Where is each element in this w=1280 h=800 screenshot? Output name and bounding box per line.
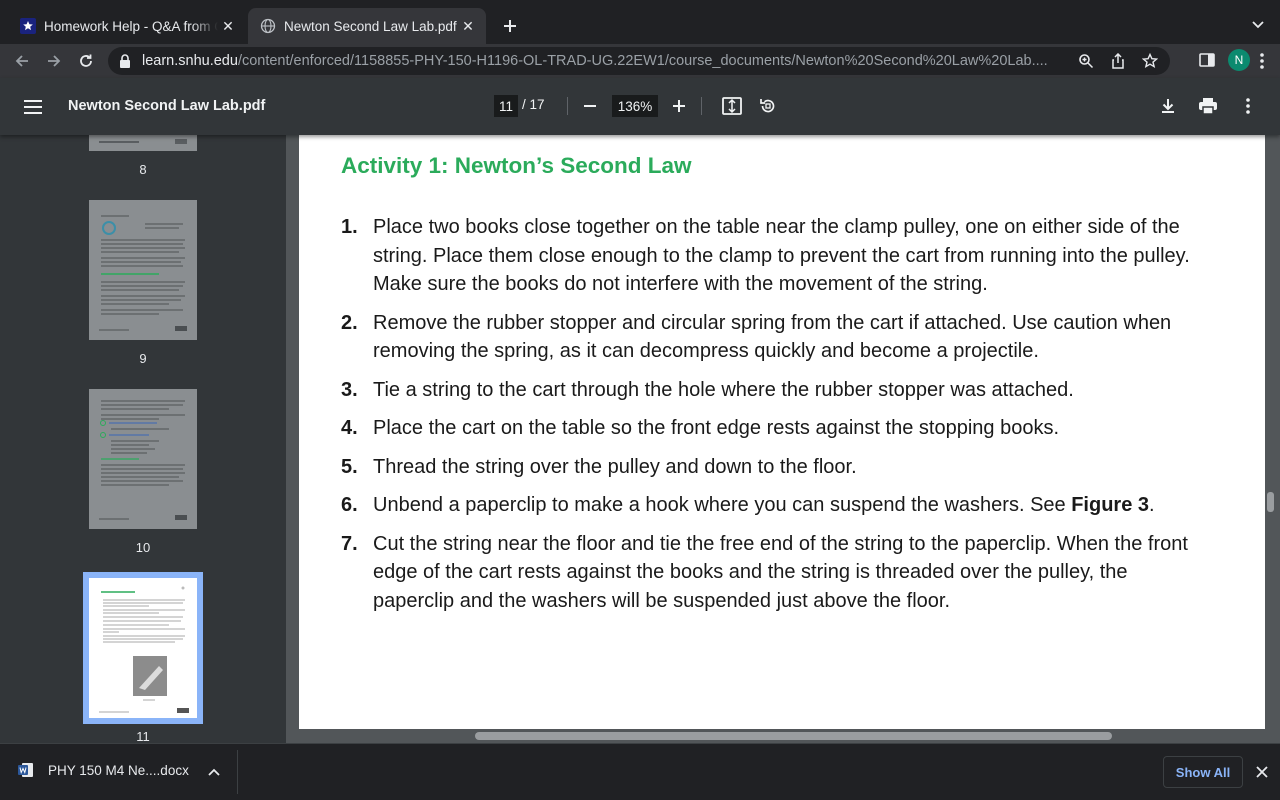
tab-title: Homework Help - Q&A from Online Tutors -… [44, 18, 218, 34]
thumbnail-number: 11 [136, 729, 150, 743]
step-number: 5. [341, 455, 358, 478]
figure-reference: Figure 3 [1071, 494, 1150, 516]
step-number: 1. [341, 216, 358, 238]
step-text: Place two books close together on the ta… [373, 216, 1190, 295]
shelf-divider [237, 750, 238, 794]
chevron-up-icon[interactable] [206, 764, 222, 780]
step-number: 7. [341, 532, 358, 555]
reload-icon[interactable] [70, 47, 102, 75]
close-tab-icon[interactable]: ✕ [458, 16, 478, 36]
side-panel-icon[interactable] [1196, 49, 1218, 71]
thumbnail-number: 10 [135, 540, 151, 555]
step-text: Unbend a paperclip to make a hook where … [373, 494, 1072, 516]
url-host: learn.snhu.edu [142, 53, 238, 69]
pdf-title: Newton Second Law Lab.pdf [68, 98, 266, 114]
zoom-magnifier-icon[interactable] [1074, 49, 1098, 73]
thumbnail-page-11-selected[interactable] [83, 572, 203, 724]
browser-menu-icon[interactable] [1252, 50, 1272, 72]
address-bar[interactable]: learn.snhu.edu/content/enforced/1158855-… [108, 47, 1170, 75]
thumbnail-page-8[interactable] [89, 135, 197, 151]
page-number-input[interactable]: 11 [494, 95, 518, 117]
thumbnail-number: 9 [139, 351, 147, 366]
download-shelf: PHY 150 M4 Ne....docx Show All [0, 743, 1280, 800]
step-text: Remove the rubber stopper and circular s… [373, 311, 1172, 363]
tab-search-chevron-icon[interactable] [1246, 12, 1270, 36]
thumbnail-number: 8 [139, 162, 147, 177]
thumbnail-page-9[interactable] [89, 200, 197, 340]
print-icon[interactable] [1196, 94, 1220, 118]
word-document-icon [18, 763, 33, 777]
step-number: 4. [341, 417, 358, 439]
list-item: 5. Thread the string over the pulley and … [341, 453, 1211, 482]
lock-icon[interactable] [108, 54, 142, 68]
list-item: 4. Place the cart on the table so the fro… [341, 414, 1211, 443]
step-text: Cut the string near the floor and tie th… [373, 532, 1188, 612]
instruction-list: 1. Place two books close together on the … [341, 213, 1211, 625]
step-number: 2. [341, 311, 358, 334]
list-item: 6. Unbend a paperclip to make a hook wher… [341, 491, 1211, 520]
thumbnail-sidebar: 8 9 10 11 [0, 135, 286, 743]
step-text-end: . [1149, 494, 1155, 516]
toolbar-divider [567, 97, 568, 115]
step-text: Tie a string to the cart through the hol… [373, 378, 1074, 401]
share-icon[interactable] [1106, 49, 1130, 73]
horizontal-scrollbar[interactable] [475, 732, 1112, 740]
browser-toolbar: learn.snhu.edu/content/enforced/1158855-… [0, 44, 1280, 78]
zoom-in-icon[interactable] [667, 94, 691, 118]
more-options-icon[interactable] [1236, 94, 1260, 118]
tab-homework-help[interactable]: Homework Help - Q&A from Online Tutors -… [8, 8, 246, 44]
vertical-scrollbar[interactable] [1267, 492, 1274, 512]
list-item: 2. Remove the rubber stopper and circular… [341, 309, 1211, 366]
thumbnail-page-10[interactable] [89, 389, 197, 529]
close-shelf-icon[interactable] [1252, 762, 1272, 782]
back-arrow-icon[interactable] [6, 47, 38, 75]
globe-icon [260, 18, 276, 34]
download-icon[interactable] [1156, 94, 1180, 118]
download-item[interactable]: PHY 150 M4 Ne....docx [18, 762, 189, 778]
tab-strip: Homework Help - Q&A from Online Tutors -… [0, 0, 1280, 44]
tab-title: Newton Second Law Lab.pdf [284, 18, 457, 34]
list-item: 1. Place two books close together on the … [341, 213, 1211, 299]
fit-to-page-icon[interactable] [720, 94, 744, 118]
bookmark-star-icon[interactable] [1138, 49, 1162, 73]
list-item: 7. Cut the string near the floor and tie … [341, 530, 1211, 616]
url-text: learn.snhu.edu/content/enforced/1158855-… [142, 53, 1074, 69]
zoom-out-icon[interactable] [578, 94, 602, 118]
tab-newton-pdf[interactable]: Newton Second Law Lab.pdf ✕ [248, 8, 486, 44]
forward-arrow-icon[interactable] [38, 47, 70, 75]
zoom-level-input[interactable]: 136% [612, 95, 658, 117]
show-all-button[interactable]: Show All [1163, 756, 1243, 788]
pdf-page: Activity 1: Newton’s Second Law 1. Place … [299, 135, 1265, 729]
step-text: Place the cart on the table so the front… [373, 417, 1059, 439]
step-number: 3. [341, 378, 358, 401]
rotate-icon[interactable] [756, 94, 780, 118]
profile-avatar[interactable]: N [1228, 49, 1250, 71]
pdf-document-view: Activity 1: Newton’s Second Law 1. Place … [286, 135, 1280, 743]
pdf-toolbar: Newton Second Law Lab.pdf 11 / 17 136% [0, 78, 1280, 135]
activity-heading: Activity 1: Newton’s Second Law [341, 153, 692, 178]
url-path: /content/enforced/1158855-PHY-150-H1196-… [237, 53, 1048, 69]
star-favicon-icon [20, 18, 36, 34]
step-number: 6. [341, 494, 358, 516]
list-item: 3. Tie a string to the cart through the h… [341, 376, 1211, 405]
download-file-name: PHY 150 M4 Ne....docx [48, 762, 189, 778]
step-text: Thread the string over the pulley and do… [373, 455, 857, 478]
close-tab-icon[interactable]: ✕ [218, 16, 238, 36]
hamburger-menu-icon[interactable] [20, 95, 46, 119]
toolbar-divider [701, 97, 702, 115]
page-total: / 17 [522, 97, 545, 112]
new-tab-button[interactable] [496, 12, 524, 40]
